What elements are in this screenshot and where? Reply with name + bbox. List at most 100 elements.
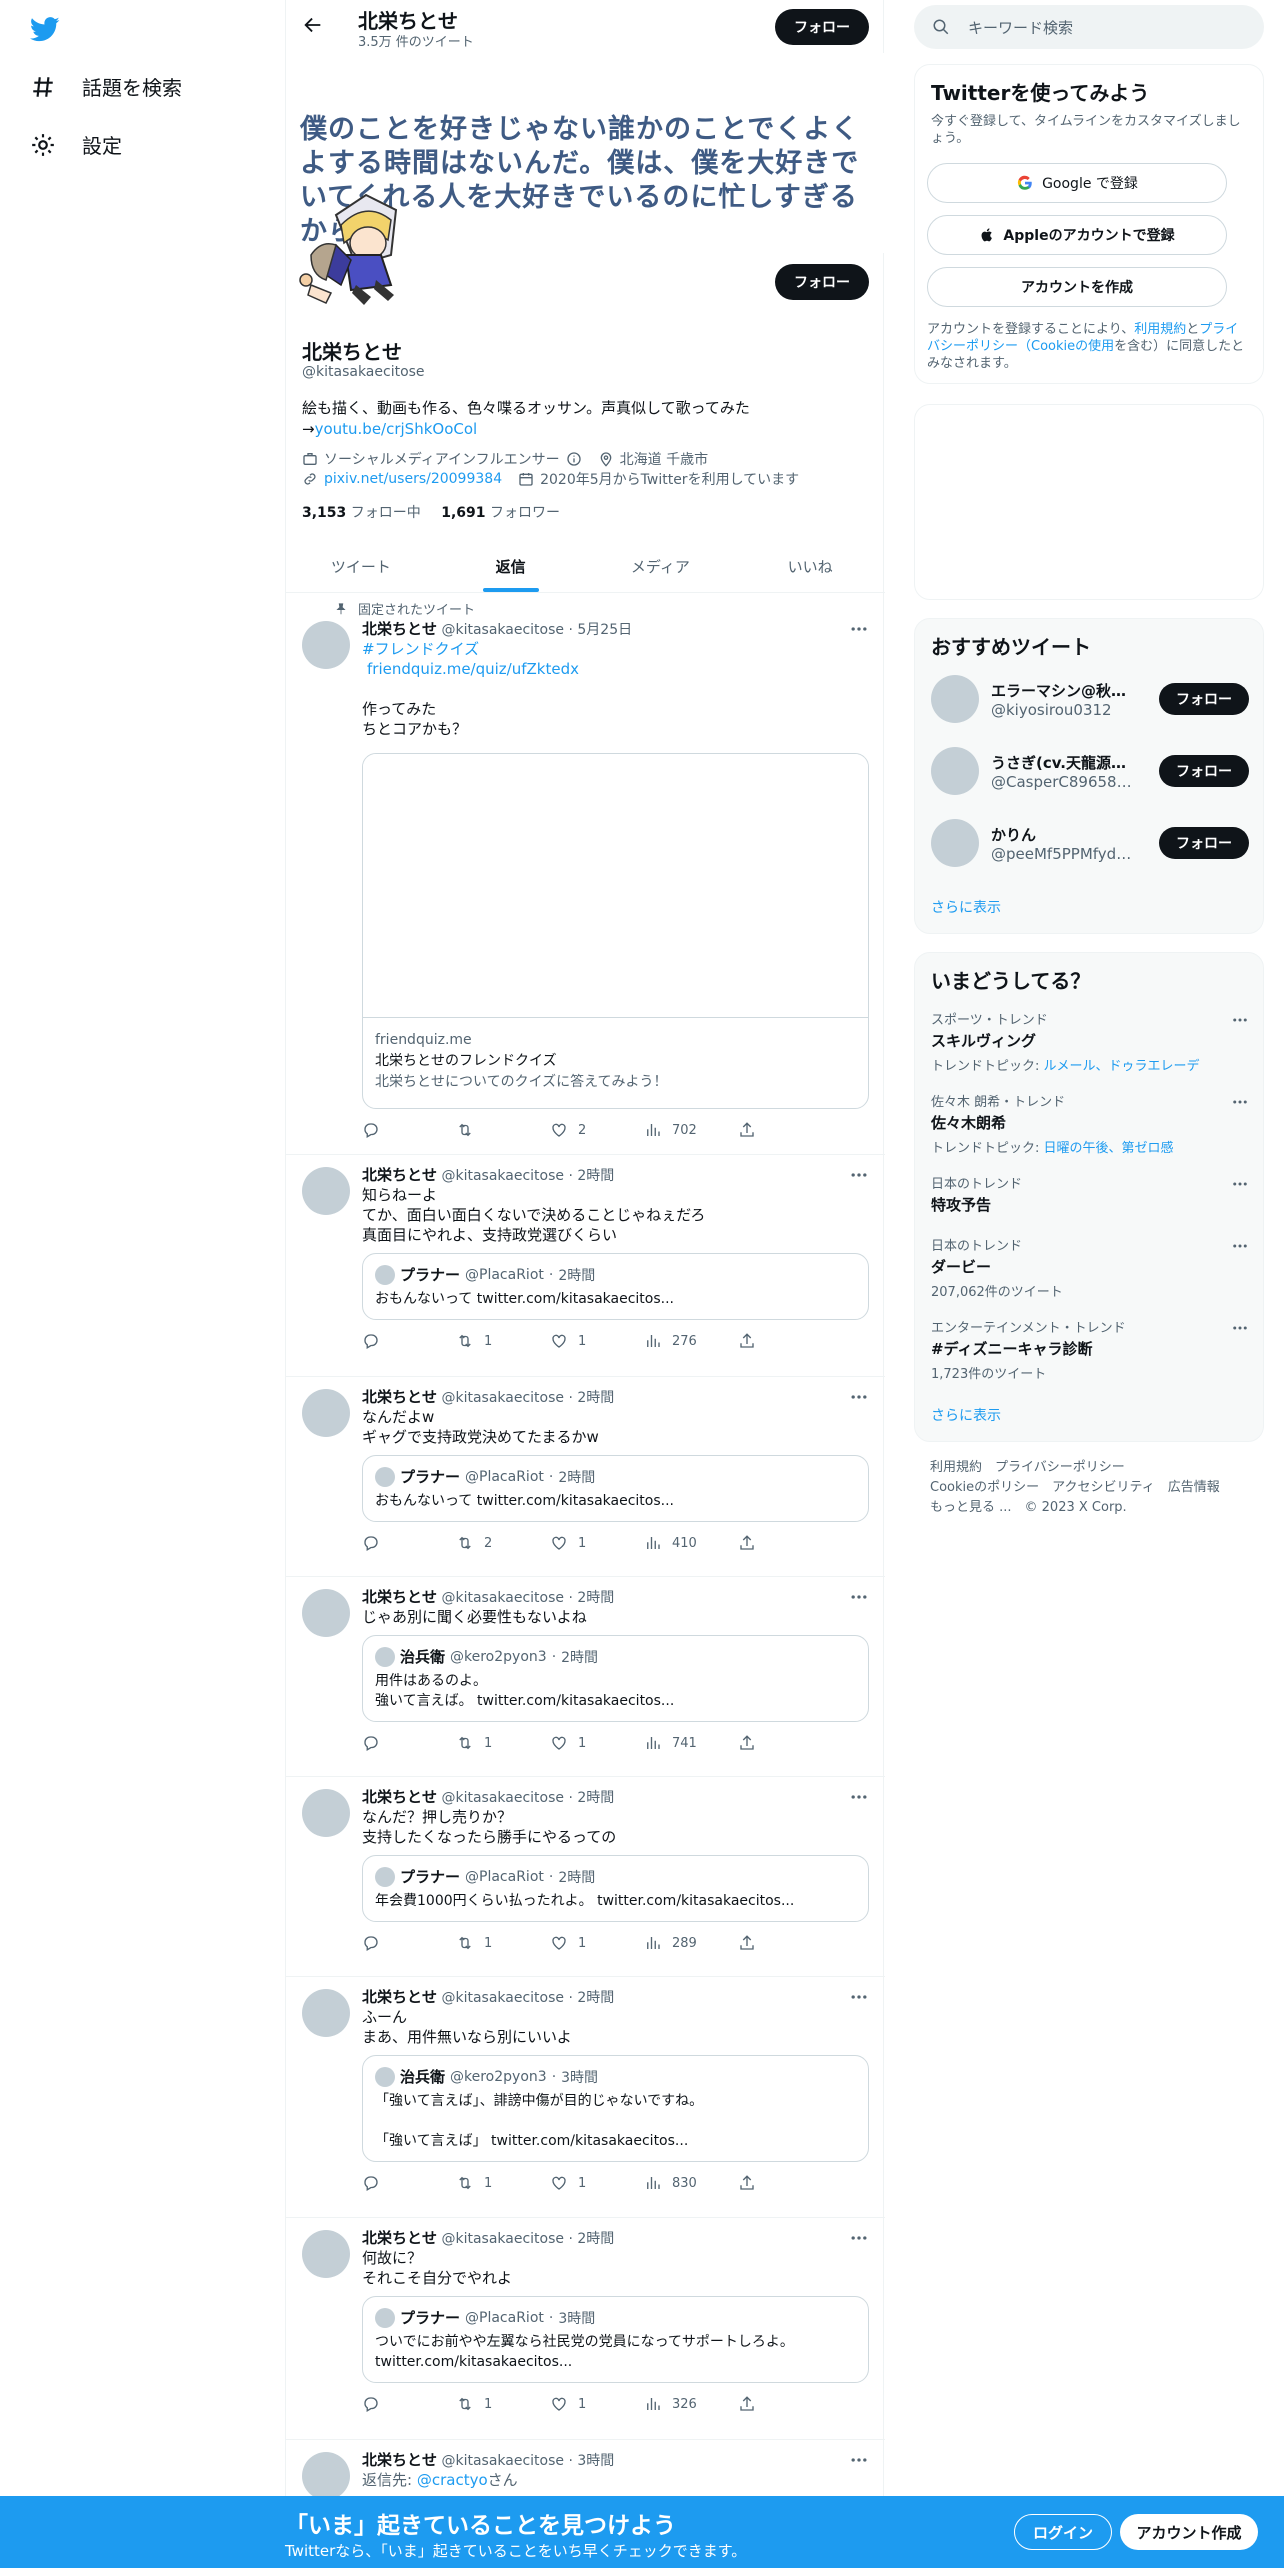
reply-button[interactable] — [362, 2174, 456, 2192]
tweet[interactable]: 北栄ちとせ @kitasakaecitose · 2時間 知らねーよ てか、面白い… — [286, 1155, 885, 1377]
retweet-button[interactable] — [456, 1121, 550, 1139]
like-button[interactable]: 2 — [550, 1121, 644, 1139]
views-button[interactable]: 289 — [644, 1934, 738, 1952]
like-button[interactable]: 1 — [550, 2174, 644, 2192]
tweet[interactable]: 北栄ちとせ @kitasakaecitose · 2時間 ふーん まあ、用件無いな… — [286, 1977, 885, 2218]
tweet-time[interactable]: 2時間 — [577, 1790, 614, 1806]
hashtag-link[interactable]: #フレンドクイズ — [362, 640, 479, 658]
views-button[interactable]: 276 — [644, 1332, 738, 1350]
twitter-logo-icon[interactable] — [28, 14, 62, 44]
bio-link[interactable]: youtu.be/crjShkOoCol — [315, 420, 478, 438]
tweet[interactable]: 北栄ちとせ @kitasakaecitose · 2時間 じゃあ別に聞く必要性もな… — [286, 1577, 885, 1777]
tweet[interactable]: 北栄ちとせ @kitasakaecitose · 2時間 なんだ？押し売りか？ 支… — [286, 1777, 885, 1977]
retweet-button[interactable]: 1 — [456, 1934, 550, 1952]
recommend-item[interactable]: かりん @peeMf5PPMfydAOW フォロー — [931, 819, 1249, 867]
tweet-author[interactable]: 北栄ちとせ — [362, 1388, 437, 1406]
reply-button[interactable] — [362, 2395, 456, 2413]
recommend-item[interactable]: うさぎ(cv.天龍源一... @CasperC89658641 フォロー — [931, 747, 1249, 795]
footer-line-3[interactable]: もっと見る ... © 2023 X Corp. — [930, 1498, 1220, 1518]
tweet-time[interactable]: 2時間 — [577, 1390, 614, 1406]
avatar[interactable] — [302, 1589, 350, 1637]
avatar[interactable] — [931, 819, 979, 867]
share-button[interactable] — [738, 1121, 756, 1139]
profile-website[interactable]: pixiv.net/users/20099384 — [324, 471, 502, 487]
tweet-time[interactable]: 2時間 — [577, 2231, 614, 2247]
retweet-button[interactable]: 1 — [456, 2174, 550, 2192]
apple-signup-button[interactable]: Appleのアカウントで登録 — [927, 215, 1227, 255]
search-input[interactable]: キーワード検索 — [914, 5, 1264, 49]
trend-item[interactable]: 佐々木 朗希・トレンド 佐々木朗希 トレンドトピック: 日曜の午後、第ゼロ感 — [931, 1091, 1249, 1156]
info-icon[interactable] — [566, 451, 582, 467]
trend-topic-links[interactable]: ルメール、ドゥラエレーデ — [1044, 1059, 1200, 1074]
avatar[interactable] — [931, 675, 979, 723]
retweet-button[interactable]: 1 — [456, 1332, 550, 1350]
more-options-icon[interactable] — [1231, 1093, 1249, 1111]
tweet[interactable]: 北栄ちとせ @kitasakaecitose · 2時間 何故に？ それこそ自分で… — [286, 2218, 885, 2440]
nav-explore[interactable]: 話題を検索 — [30, 72, 182, 101]
avatar[interactable] — [931, 747, 979, 795]
reply-button[interactable] — [362, 1332, 456, 1350]
tab-media[interactable]: メディア — [586, 540, 736, 592]
tweet-time[interactable]: 2時間 — [577, 1990, 614, 2006]
more-options-icon[interactable] — [1231, 1319, 1249, 1337]
like-button[interactable]: 1 — [550, 1734, 644, 1752]
quoted-tweet[interactable]: 治兵衛 @kero2pyon3 · 3時間 「強いて言えば」、誹謗中傷が目的じゃないです… — [362, 2055, 869, 2162]
quoted-tweet[interactable]: プラナー @PlacaRiot · 2時間 おもんないって twitter.com/ki… — [362, 1455, 869, 1522]
tab-replies[interactable]: 返信 — [436, 540, 586, 592]
tab-likes[interactable]: いいね — [735, 540, 885, 592]
create-account-button[interactable]: アカウントを作成 — [927, 267, 1227, 307]
signup-button[interactable]: アカウント作成 — [1120, 2514, 1258, 2550]
profile-avatar[interactable] — [296, 185, 424, 313]
followers-link[interactable]: 1,691 フォロワー — [441, 505, 560, 521]
tweet-author[interactable]: 北栄ちとせ — [362, 1166, 437, 1184]
views-button[interactable]: 702 — [644, 1121, 738, 1139]
trend-topic-links[interactable]: 日曜の午後、第ゼロ感 — [1044, 1141, 1174, 1156]
share-button[interactable] — [738, 2395, 756, 2413]
profile-follow-button[interactable]: フォロー — [775, 264, 869, 300]
share-button[interactable] — [738, 1734, 756, 1752]
avatar[interactable] — [302, 1167, 350, 1215]
like-button[interactable]: 1 — [550, 1934, 644, 1952]
share-button[interactable] — [738, 1934, 756, 1952]
quoted-tweet[interactable]: 治兵衛 @kero2pyon3 · 2時間 用件はあるのよ。 強いて言えば。 twitt… — [362, 1635, 869, 1722]
like-button[interactable]: 1 — [550, 2395, 644, 2413]
tweet-time[interactable]: 2時間 — [577, 1590, 614, 1606]
back-arrow-icon[interactable] — [302, 14, 324, 36]
recommend-item[interactable]: エラーマシン@秋例... @kiyosirou0312 フォロー — [931, 675, 1249, 723]
reply-button[interactable] — [362, 1734, 456, 1752]
more-options-icon[interactable] — [1231, 1175, 1249, 1193]
views-button[interactable]: 326 — [644, 2395, 738, 2413]
tweet[interactable]: 北栄ちとせ @kitasakaecitose · 2時間 なんだよw ギャグで支持… — [286, 1377, 885, 1577]
retweet-button[interactable]: 2 — [456, 1534, 550, 1552]
link-card[interactable]: friendquiz.me 北栄ちとせのフレンドクイズ 北栄ちとせについてのクイ… — [362, 753, 869, 1109]
quoted-tweet[interactable]: プラナー @PlacaRiot · 3時間 ついでにお前やや左翼なら社民党の党員になって… — [362, 2296, 869, 2383]
avatar[interactable] — [302, 1789, 350, 1837]
retweet-button[interactable]: 1 — [456, 1734, 550, 1752]
trends-show-more[interactable]: さらに表示 — [931, 1405, 1001, 1425]
more-options-icon[interactable] — [1231, 1011, 1249, 1029]
trend-item[interactable]: スポーツ・トレンド スキルヴィング トレンドトピック: ルメール、ドゥラエレーデ — [931, 1009, 1249, 1074]
tweet-time[interactable]: 3時間 — [577, 2453, 614, 2469]
quoted-tweet[interactable]: プラナー @PlacaRiot · 2時間 年会費1000円くらい払ったれよ。 twit… — [362, 1855, 869, 1922]
tweet-time[interactable]: 5月25日 — [577, 622, 632, 638]
more-options-icon[interactable] — [1231, 1237, 1249, 1255]
footer-line-2[interactable]: Cookieのポリシー アクセシビリティ 広告情報 — [930, 1478, 1220, 1498]
like-button[interactable]: 1 — [550, 1332, 644, 1350]
share-button[interactable] — [738, 2174, 756, 2192]
quiz-link[interactable]: friendquiz.me/quiz/ufZktedx — [367, 660, 579, 678]
views-button[interactable]: 830 — [644, 2174, 738, 2192]
reply-button[interactable] — [362, 1934, 456, 1952]
avatar[interactable] — [302, 621, 350, 669]
views-button[interactable]: 410 — [644, 1534, 738, 1552]
share-button[interactable] — [738, 1332, 756, 1350]
recommend-follow-button[interactable]: フォロー — [1159, 827, 1249, 859]
pinned-tweet[interactable]: 固定されたツイート 北栄ちとせ @kitasakaecitose · 5月25日… — [286, 593, 885, 1155]
avatar[interactable] — [302, 1389, 350, 1437]
retweet-button[interactable]: 1 — [456, 2395, 550, 2413]
tweet-time[interactable]: 2時間 — [577, 1168, 614, 1184]
tweet-author[interactable]: 北栄ちとせ — [362, 1988, 437, 2006]
recommend-show-more[interactable]: さらに表示 — [931, 897, 1001, 917]
tweet-author[interactable]: 北栄ちとせ — [362, 1788, 437, 1806]
following-link[interactable]: 3,153 フォロー中 — [302, 505, 421, 521]
views-button[interactable]: 741 — [644, 1734, 738, 1752]
